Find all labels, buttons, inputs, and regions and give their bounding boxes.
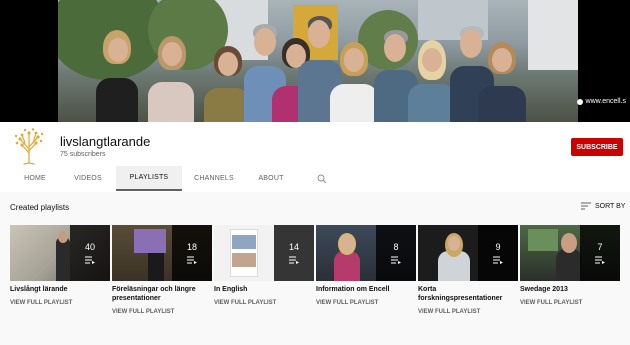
playlist-title[interactable]: Korta forskningspresentationer: [418, 285, 518, 303]
playlist-icon: [595, 256, 605, 264]
playlist-title[interactable]: In English: [214, 285, 314, 294]
view-full-playlist-link[interactable]: VIEW FULL PLAYLIST: [418, 309, 518, 315]
view-full-playlist-link[interactable]: VIEW FULL PLAYLIST: [10, 300, 110, 306]
playlist-overlay: 9: [478, 225, 518, 281]
subscribe-button[interactable]: SUBSCRIBE: [571, 138, 623, 156]
playlist-thumbnail[interactable]: 14: [214, 225, 314, 281]
playlist-title[interactable]: Föreläsningar och längre presentationer: [112, 285, 212, 303]
playlist-card[interactable]: 14 In English VIEW FULL PLAYLIST: [214, 225, 314, 306]
playlist-icon: [187, 256, 197, 264]
view-full-playlist-link[interactable]: VIEW FULL PLAYLIST: [214, 300, 314, 306]
channel-banner: www.encell.s: [0, 0, 630, 122]
video-count: 9: [495, 242, 501, 252]
playlist-icon: [85, 256, 95, 264]
playlist-overlay: 8: [376, 225, 416, 281]
playlist-thumbnail[interactable]: 7: [520, 225, 620, 281]
sort-button[interactable]: SORT BY: [581, 202, 625, 210]
tab-playlists[interactable]: PLAYLISTS: [116, 166, 182, 191]
video-count: 14: [288, 242, 299, 252]
banner-url[interactable]: www.encell.s: [576, 98, 626, 105]
channel-avatar[interactable]: [10, 127, 48, 165]
playlist-overlay: 18: [172, 225, 212, 281]
playlist-overlay: 7: [580, 225, 620, 281]
playlist-thumbnail[interactable]: 9: [418, 225, 518, 281]
section-title: Created playlists: [10, 203, 70, 212]
playlist-title[interactable]: Information om Encell: [316, 285, 416, 294]
playlist-overlay: 14: [274, 225, 314, 281]
playlist-thumbnail[interactable]: 18: [112, 225, 212, 281]
playlist-icon: [391, 256, 401, 264]
web-link-icon: [576, 98, 583, 105]
playlist-thumbnail[interactable]: 40: [10, 225, 110, 281]
tab-channels[interactable]: CHANNELS: [182, 166, 246, 191]
playlist-icon: [289, 256, 299, 264]
playlist-thumbnail[interactable]: 8: [316, 225, 416, 281]
tree-logo-icon: [14, 128, 44, 165]
video-count: 7: [597, 242, 603, 252]
tab-videos[interactable]: VIDEOS: [60, 166, 116, 191]
playlist-overlay: 40: [70, 225, 110, 281]
video-count: 8: [393, 242, 399, 252]
search-icon: [317, 174, 327, 183]
sort-label: SORT BY: [595, 202, 626, 210]
video-count: 18: [186, 242, 197, 252]
view-full-playlist-link[interactable]: VIEW FULL PLAYLIST: [112, 309, 212, 315]
sort-icon: [581, 202, 591, 210]
view-full-playlist-link[interactable]: VIEW FULL PLAYLIST: [316, 300, 416, 306]
playlist-icon: [493, 256, 503, 264]
playlist-card[interactable]: 40 Livslångt lärande VIEW FULL PLAYLIST: [10, 225, 110, 306]
tab-home[interactable]: HOME: [10, 166, 60, 191]
channel-name[interactable]: livslangtlarande: [60, 134, 150, 149]
playlist-card[interactable]: 18 Föreläsningar och längre presentation…: [112, 225, 212, 315]
banner-photo: [58, 0, 578, 122]
playlist-card[interactable]: 9 Korta forskningspresentationer VIEW FU…: [418, 225, 518, 315]
playlist-card[interactable]: 8 Information om Encell VIEW FULL PLAYLI…: [316, 225, 416, 306]
view-full-playlist-link[interactable]: VIEW FULL PLAYLIST: [520, 300, 620, 306]
channel-search-button[interactable]: [310, 166, 334, 191]
channel-tabs: HOME VIDEOS PLAYLISTS CHANNELS ABOUT: [0, 166, 630, 191]
subscriber-count: 75 subscribers: [60, 151, 106, 158]
playlist-title[interactable]: Livslångt lärande: [10, 285, 110, 294]
video-count: 40: [84, 242, 95, 252]
playlist-card[interactable]: 7 Swedage 2013 VIEW FULL PLAYLIST: [520, 225, 620, 306]
tab-about[interactable]: ABOUT: [246, 166, 296, 191]
playlist-title[interactable]: Swedage 2013: [520, 285, 620, 294]
banner-url-text: www.encell.s: [585, 98, 626, 105]
